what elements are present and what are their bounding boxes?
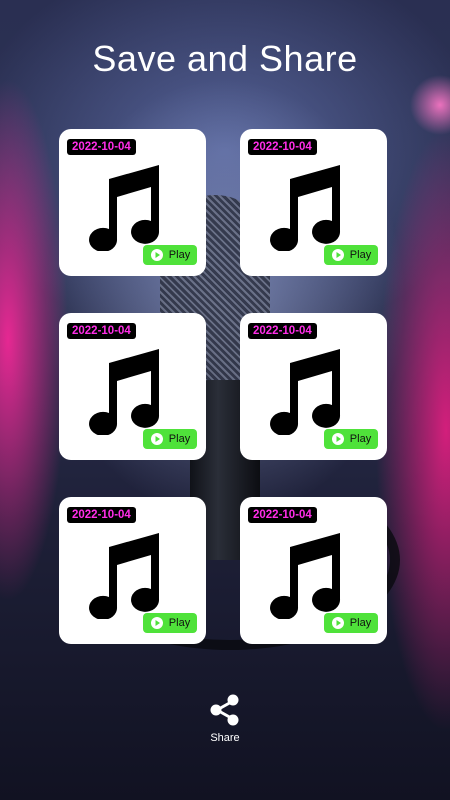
date-badge: 2022-10-04 [67, 139, 136, 155]
date-badge: 2022-10-04 [248, 323, 317, 339]
play-button[interactable]: Play [143, 613, 197, 633]
music-note-icon [270, 349, 341, 435]
recording-card[interactable]: 2022-10-04 Play [59, 129, 206, 276]
play-button[interactable]: Play [324, 245, 378, 265]
recording-card[interactable]: 2022-10-04 Play [240, 313, 387, 460]
music-note-icon [270, 533, 341, 619]
play-icon [150, 249, 163, 261]
play-button[interactable]: Play [143, 429, 197, 449]
music-note-icon [89, 533, 160, 619]
date-badge: 2022-10-04 [67, 323, 136, 339]
play-icon [150, 617, 163, 629]
play-icon [331, 249, 344, 261]
play-label: Play [168, 433, 191, 445]
recording-card[interactable]: 2022-10-04 Play [240, 129, 387, 276]
date-badge: 2022-10-04 [248, 139, 317, 155]
date-badge: 2022-10-04 [67, 507, 136, 523]
date-badge: 2022-10-04 [248, 507, 317, 523]
share-icon [210, 694, 239, 726]
music-note-icon [270, 165, 341, 251]
play-label: Play [349, 617, 372, 629]
page-title: Save and Share [92, 38, 358, 79]
play-label: Play [349, 249, 372, 261]
play-icon [331, 433, 344, 445]
play-icon [331, 617, 344, 629]
play-label: Play [168, 249, 191, 261]
play-button[interactable]: Play [143, 245, 197, 265]
share-button[interactable]: Share [195, 692, 255, 744]
share-label: Share [210, 732, 240, 744]
play-icon [150, 433, 163, 445]
play-label: Play [349, 433, 372, 445]
play-button[interactable]: Play [324, 613, 378, 633]
recording-card[interactable]: 2022-10-04 Play [59, 497, 206, 644]
music-note-icon [89, 165, 160, 251]
play-button[interactable]: Play [324, 429, 378, 449]
recording-card[interactable]: 2022-10-04 Play [59, 313, 206, 460]
play-label: Play [168, 617, 191, 629]
music-note-icon [89, 349, 160, 435]
recording-card[interactable]: 2022-10-04 Play [240, 497, 387, 644]
